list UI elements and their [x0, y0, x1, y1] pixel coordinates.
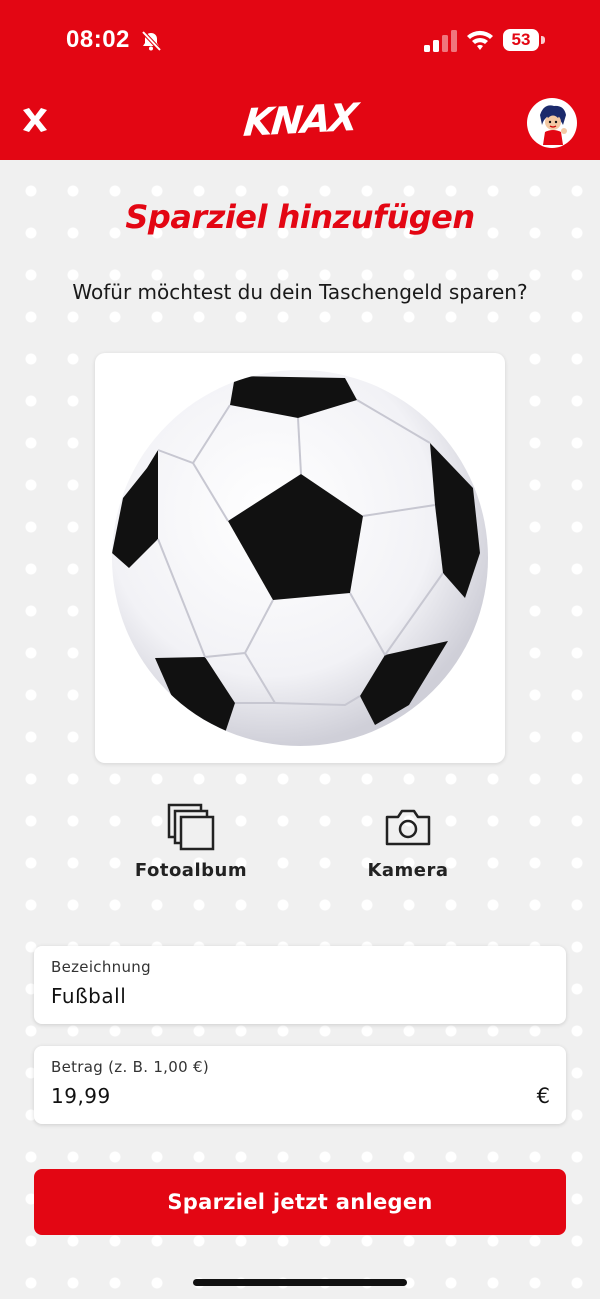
home-indicator: [193, 1279, 407, 1286]
character-avatar-icon: [540, 105, 567, 145]
currency-symbol: €: [536, 1084, 550, 1108]
name-field-label: Bezeichnung: [51, 958, 151, 976]
camera-label: Kamera: [367, 860, 449, 881]
amount-input[interactable]: [51, 1084, 511, 1108]
name-field[interactable]: Bezeichnung: [34, 946, 566, 1024]
camera-button[interactable]: Kamera: [338, 800, 478, 881]
goal-image-card[interactable]: [95, 353, 505, 763]
camera-icon: [385, 809, 431, 846]
app-header: 08:02 53 KNAX: [0, 0, 600, 160]
avatar[interactable]: [527, 98, 577, 148]
amount-field[interactable]: Betrag (z. B. 1,00 €) €: [34, 1046, 566, 1124]
close-x-icon: [23, 108, 47, 132]
name-input[interactable]: [51, 984, 511, 1008]
logo-text: KNAX: [241, 95, 359, 145]
photo-album-label: Fotoalbum: [134, 860, 248, 881]
amount-field-label: Betrag (z. B. 1,00 €): [51, 1058, 209, 1076]
photo-album-icon: [167, 803, 215, 851]
battery-nub: [541, 36, 545, 44]
nav-bar: KNAX: [0, 80, 600, 160]
battery-indicator: 53: [503, 29, 539, 51]
create-goal-button[interactable]: Sparziel jetzt anlegen: [34, 1169, 566, 1235]
bell-off-icon: [141, 30, 162, 52]
close-button[interactable]: [18, 100, 52, 140]
status-bar: 08:02 53: [0, 0, 600, 80]
page-subtitle: Wofür möchtest du dein Taschengeld spare…: [72, 280, 528, 304]
signal-icon: [424, 30, 457, 52]
soccer-ball-image: [112, 370, 488, 746]
wifi-icon: [467, 30, 493, 50]
knax-logo: KNAX: [200, 88, 400, 152]
page-title: Sparziel hinzufügen: [125, 198, 475, 236]
photo-album-button[interactable]: Fotoalbum: [121, 800, 261, 881]
status-time: 08:02: [66, 26, 130, 53]
